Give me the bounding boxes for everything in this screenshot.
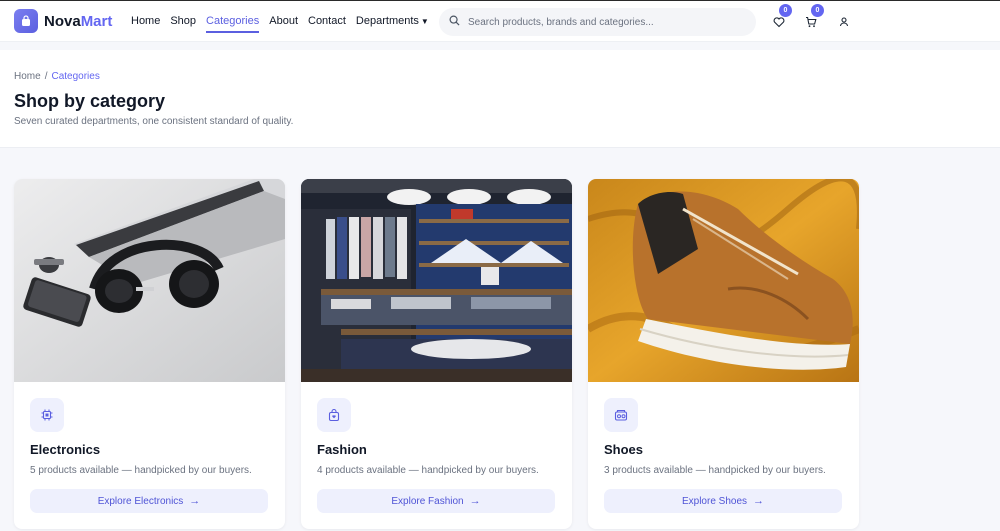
breadcrumb-home[interactable]: Home	[14, 71, 41, 82]
wishlist-button[interactable]: 0	[773, 4, 792, 32]
top-navbar: NovaMart Home Shop Categories About Cont…	[0, 0, 1000, 42]
explore-shoes-button[interactable]: Explore Shoes →	[604, 489, 842, 513]
shopping-bag-icon	[317, 398, 351, 432]
search-icon	[449, 13, 460, 31]
button-label: Explore Shoes	[681, 495, 748, 507]
button-label: Explore Fashion	[391, 495, 464, 507]
nav-shop[interactable]: Shop	[170, 15, 196, 33]
page-title: Shop by category	[14, 91, 166, 111]
explore-fashion-button[interactable]: Explore Fashion →	[317, 489, 555, 513]
search-bar	[439, 8, 756, 36]
nav-about[interactable]: About	[269, 15, 298, 33]
nav-contact[interactable]: Contact	[308, 15, 346, 33]
page-header: Home / Categories Shop by category Seven c…	[0, 50, 1000, 148]
page-subtitle: Seven curated departments, one consisten…	[14, 116, 294, 127]
button-label: Explore Electronics	[97, 495, 184, 507]
breadcrumb-separator: /	[44, 71, 48, 82]
category-image-fashion	[301, 179, 572, 382]
nav-home[interactable]: Home	[131, 15, 160, 33]
category-title: Electronics	[30, 442, 101, 457]
category-image-shoes	[588, 179, 859, 382]
shopping-bag-logo-icon	[14, 9, 38, 33]
category-card-shoes[interactable]: Shoes 3 products available — handpicked …	[588, 179, 859, 529]
category-product-count: 3 products available — handpicked by our…	[604, 465, 826, 476]
cart-icon	[805, 15, 817, 32]
cart-button[interactable]: 0	[805, 4, 824, 32]
arrow-right-icon: →	[753, 495, 765, 507]
search-input[interactable]	[468, 16, 738, 28]
user-icon	[838, 15, 850, 32]
main-nav: Home Shop Categories About Contact Depar…	[131, 15, 439, 33]
category-product-count: 4 products available — handpicked by our…	[317, 465, 539, 476]
boombox-icon	[604, 398, 638, 432]
explore-electronics-button[interactable]: Explore Electronics →	[30, 489, 268, 513]
category-title: Fashion	[317, 442, 367, 457]
caret-down-icon: ▼	[420, 17, 429, 26]
heart-icon	[773, 15, 785, 32]
category-card-fashion[interactable]: Fashion 4 products available — handpicke…	[301, 179, 572, 529]
nav-categories[interactable]: Categories	[206, 15, 260, 33]
nav-departments-dropdown[interactable]: Departments ▼	[356, 15, 429, 33]
chip-icon	[30, 398, 64, 432]
arrow-right-icon: →	[469, 495, 481, 507]
wishlist-count-badge: 0	[779, 4, 792, 17]
category-title: Shoes	[604, 442, 644, 457]
brand-logo[interactable]: NovaMart	[14, 9, 112, 33]
arrow-right-icon: →	[189, 495, 201, 507]
category-card-electronics[interactable]: Electronics 5 products available — handp…	[14, 179, 285, 529]
cart-count-badge: 0	[811, 4, 824, 17]
breadcrumb: Home / Categories	[14, 71, 100, 82]
departments-label: Departments	[355, 15, 419, 27]
brand-name: NovaMart	[44, 12, 113, 30]
category-image-electronics	[14, 179, 285, 382]
account-button[interactable]	[838, 15, 852, 29]
breadcrumb-current: Categories	[51, 71, 100, 82]
category-product-count: 5 products available — handpicked by our…	[30, 465, 252, 476]
